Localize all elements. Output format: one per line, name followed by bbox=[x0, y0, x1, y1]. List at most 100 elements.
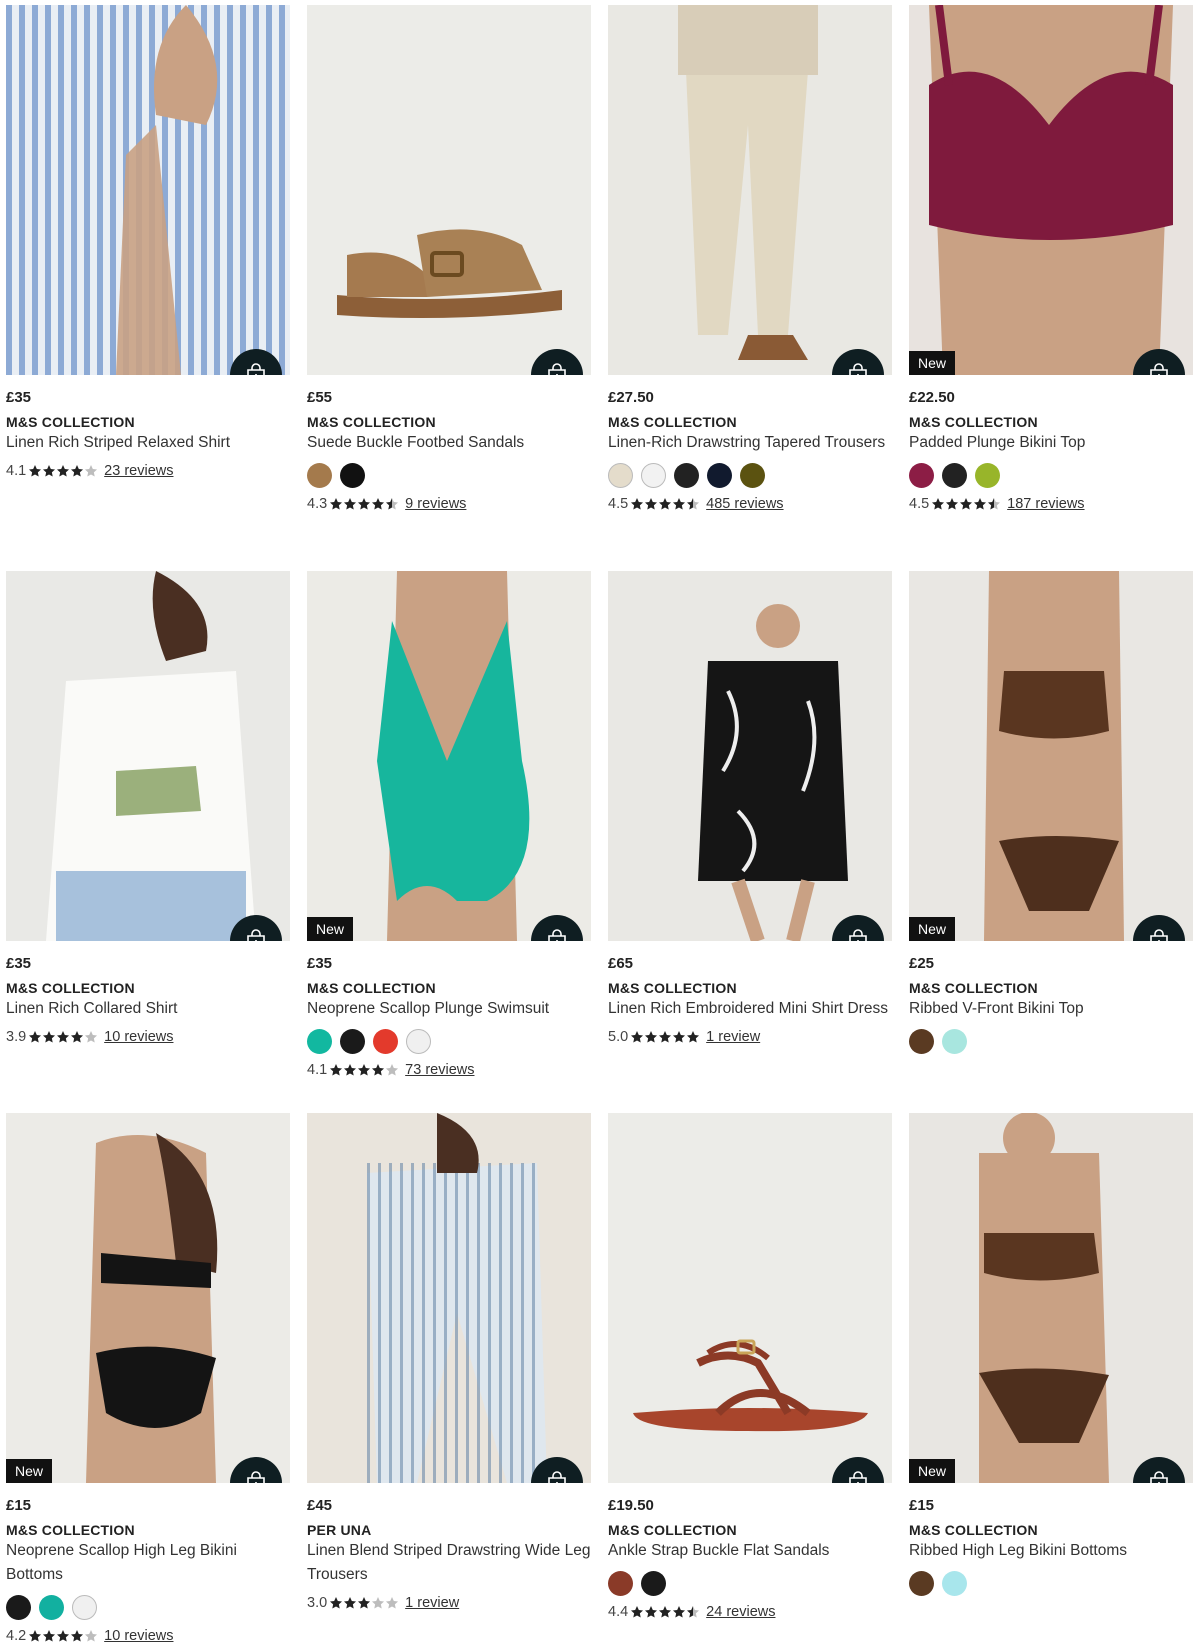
bag-plus-icon bbox=[244, 1471, 268, 1483]
reviews-link[interactable]: 24 reviews bbox=[706, 1604, 775, 1620]
star-icon bbox=[343, 497, 357, 511]
colour-swatch[interactable] bbox=[340, 1029, 365, 1054]
rating-value: 3.0 bbox=[307, 1595, 328, 1611]
colour-swatch[interactable] bbox=[373, 1029, 398, 1054]
colour-swatches bbox=[307, 463, 591, 488]
reviews-link[interactable]: 485 reviews bbox=[706, 496, 783, 512]
star-icon bbox=[371, 1063, 385, 1077]
product-image[interactable] bbox=[6, 571, 290, 941]
star-rating bbox=[931, 497, 1001, 511]
bag-plus-icon bbox=[1147, 363, 1171, 375]
product-image[interactable]: New bbox=[909, 1113, 1193, 1483]
bag-plus-icon bbox=[1147, 1471, 1171, 1483]
product-image[interactable] bbox=[307, 5, 591, 375]
star-icon bbox=[973, 497, 987, 511]
product-image[interactable]: New bbox=[307, 571, 591, 941]
rating-value: 4.2 bbox=[6, 1628, 27, 1644]
product-card: £35 M&S COLLECTION Linen Rich Collared Shi… bbox=[6, 571, 290, 1045]
product-price: £15 bbox=[909, 1497, 935, 1514]
product-image[interactable] bbox=[6, 5, 290, 375]
colour-swatch[interactable] bbox=[909, 463, 934, 488]
colour-swatch[interactable] bbox=[909, 1029, 934, 1054]
product-name[interactable]: Neoprene Scallop High Leg Bikini Bottoms bbox=[6, 1539, 290, 1587]
star-icon bbox=[630, 497, 644, 511]
product-brand: M&S COLLECTION bbox=[608, 1522, 737, 1538]
colour-swatch[interactable] bbox=[641, 1571, 666, 1596]
reviews-link[interactable]: 9 reviews bbox=[405, 496, 466, 512]
reviews-link[interactable]: 23 reviews bbox=[104, 463, 173, 479]
reviews-link[interactable]: 1 review bbox=[706, 1029, 760, 1045]
product-brand: M&S COLLECTION bbox=[6, 1522, 135, 1538]
product-brand: M&S COLLECTION bbox=[6, 980, 135, 996]
new-badge: New bbox=[307, 917, 354, 941]
product-name[interactable]: Ribbed V-Front Bikini Top bbox=[909, 997, 1193, 1021]
colour-swatch[interactable] bbox=[608, 1571, 633, 1596]
colour-swatch[interactable] bbox=[707, 463, 732, 488]
colour-swatch[interactable] bbox=[72, 1595, 97, 1620]
product-card: New £25 M&S COLLECTION Ribbed V-Front Biki… bbox=[909, 571, 1193, 1054]
star-rating bbox=[329, 1596, 399, 1610]
product-price: £19.50 bbox=[608, 1497, 654, 1514]
product-name[interactable]: Neoprene Scallop Plunge Swimsuit bbox=[307, 997, 591, 1021]
product-price: £22.50 bbox=[909, 389, 955, 406]
product-name[interactable]: Suede Buckle Footbed Sandals bbox=[307, 431, 591, 455]
colour-swatch[interactable] bbox=[975, 463, 1000, 488]
product-name[interactable]: Linen Rich Striped Relaxed Shirt bbox=[6, 431, 290, 455]
reviews-link[interactable]: 10 reviews bbox=[104, 1628, 173, 1644]
star-icon bbox=[959, 497, 973, 511]
colour-swatch[interactable] bbox=[608, 463, 633, 488]
star-rating bbox=[28, 1629, 98, 1643]
star-icon bbox=[84, 1629, 98, 1643]
product-rating: 4.1 23 reviews bbox=[6, 463, 290, 479]
product-rating: 5.0 1 review bbox=[608, 1029, 892, 1045]
colour-swatches bbox=[608, 1571, 892, 1596]
bag-plus-icon bbox=[545, 929, 569, 941]
colour-swatch[interactable] bbox=[641, 463, 666, 488]
colour-swatch[interactable] bbox=[39, 1595, 64, 1620]
colour-swatch[interactable] bbox=[942, 1571, 967, 1596]
star-icon bbox=[70, 1030, 84, 1044]
colour-swatch[interactable] bbox=[406, 1029, 431, 1054]
product-price: £35 bbox=[307, 955, 333, 972]
reviews-link[interactable]: 1 review bbox=[405, 1595, 459, 1611]
star-icon bbox=[28, 1629, 42, 1643]
colour-swatch[interactable] bbox=[942, 1029, 967, 1054]
star-icon bbox=[357, 1596, 371, 1610]
colour-swatch[interactable] bbox=[307, 1029, 332, 1054]
reviews-link[interactable]: 73 reviews bbox=[405, 1062, 474, 1078]
product-name[interactable]: Linen Blend Striped Drawstring Wide Leg … bbox=[307, 1539, 591, 1587]
colour-swatch[interactable] bbox=[909, 1571, 934, 1596]
product-rating: 4.2 10 reviews bbox=[6, 1628, 290, 1644]
product-image[interactable]: New bbox=[909, 5, 1193, 375]
rating-value: 5.0 bbox=[608, 1029, 629, 1045]
product-image[interactable]: New bbox=[909, 571, 1193, 941]
reviews-link[interactable]: 10 reviews bbox=[104, 1029, 173, 1045]
product-name[interactable]: Linen Rich Collared Shirt bbox=[6, 997, 290, 1021]
product-card: New £15 M&S COLLECTION Neoprene Scallop Hi… bbox=[6, 1113, 290, 1644]
star-icon bbox=[672, 1605, 686, 1619]
colour-swatch[interactable] bbox=[340, 463, 365, 488]
colour-swatch[interactable] bbox=[674, 463, 699, 488]
colour-swatch[interactable] bbox=[6, 1595, 31, 1620]
product-image[interactable] bbox=[608, 5, 892, 375]
product-rating: 3.0 1 review bbox=[307, 1595, 591, 1611]
product-name[interactable]: Ankle Strap Buckle Flat Sandals bbox=[608, 1539, 892, 1563]
product-image[interactable] bbox=[608, 571, 892, 941]
product-name[interactable]: Linen Rich Embroidered Mini Shirt Dress bbox=[608, 997, 892, 1021]
star-rating bbox=[630, 1605, 700, 1619]
product-rating: 4.5 187 reviews bbox=[909, 496, 1193, 512]
product-image[interactable] bbox=[307, 1113, 591, 1483]
product-name[interactable]: Ribbed High Leg Bikini Bottoms bbox=[909, 1539, 1193, 1563]
product-image[interactable] bbox=[608, 1113, 892, 1483]
bag-plus-icon bbox=[244, 363, 268, 375]
product-brand: M&S COLLECTION bbox=[307, 414, 436, 430]
colour-swatches bbox=[909, 1571, 1193, 1596]
reviews-link[interactable]: 187 reviews bbox=[1007, 496, 1084, 512]
product-image[interactable]: New bbox=[6, 1113, 290, 1483]
product-rating: 4.1 73 reviews bbox=[307, 1062, 591, 1078]
colour-swatch[interactable] bbox=[942, 463, 967, 488]
colour-swatch[interactable] bbox=[740, 463, 765, 488]
product-name[interactable]: Padded Plunge Bikini Top bbox=[909, 431, 1193, 455]
colour-swatch[interactable] bbox=[307, 463, 332, 488]
product-name[interactable]: Linen-Rich Drawstring Tapered Trousers bbox=[608, 431, 892, 455]
